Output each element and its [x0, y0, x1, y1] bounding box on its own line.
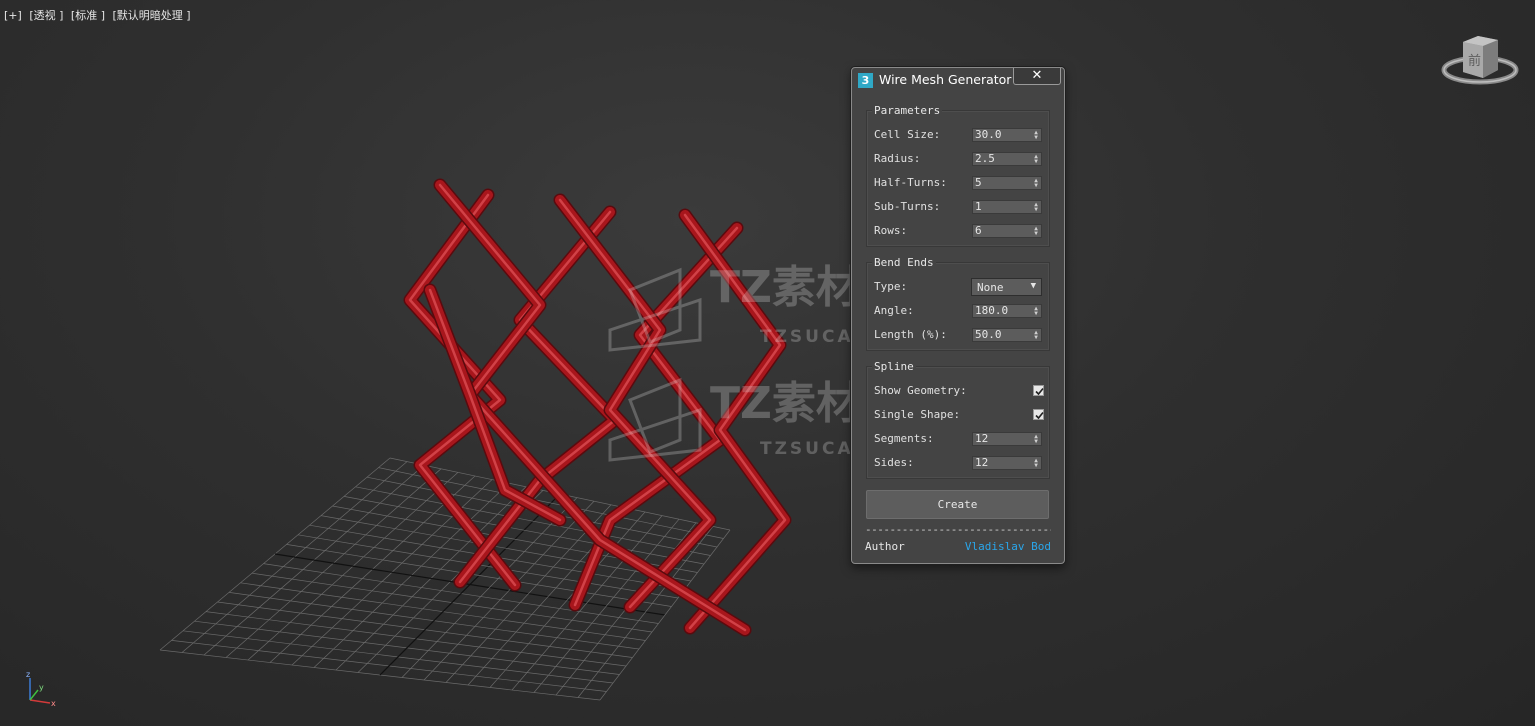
show-geometry-row: Show Geometry:	[874, 383, 1046, 399]
half-turns-spinner[interactable]: ▲▼	[972, 176, 1042, 190]
author-link[interactable]: Vladislav Bod	[965, 540, 1051, 553]
spline-group: Spline Show Geometry: Single Shape: Segm…	[866, 360, 1050, 479]
angle-input[interactable]	[975, 305, 1031, 317]
single-shape-label: Single Shape:	[874, 408, 961, 421]
checkmark-icon	[1035, 411, 1044, 420]
half-turns-label: Half-Turns:	[874, 176, 947, 189]
spinner-arrows-icon[interactable]: ▲ ▼	[1033, 130, 1039, 141]
dialog-titlebar[interactable]: 3 Wire Mesh Generator ✕	[852, 68, 1064, 92]
type-label: Type:	[874, 280, 908, 293]
spline-group-title: Spline	[872, 360, 916, 373]
radius-spinner[interactable]: ▲▼	[972, 152, 1042, 166]
sides-label: Sides:	[874, 456, 914, 469]
viewport-menu-standard[interactable]: [标准 ]	[71, 9, 105, 22]
half-turns-row: Half-Turns: ▲▼	[874, 175, 1046, 191]
sub-turns-row: Sub-Turns: ▲▼	[874, 199, 1046, 215]
cell-size-spinner[interactable]: ▲▼	[972, 128, 1042, 142]
spinner-arrows-icon[interactable]: ▲ ▼	[1033, 306, 1039, 317]
dialog-title: Wire Mesh Generator	[879, 72, 1012, 87]
rows-label: Rows:	[874, 224, 908, 237]
length-row: Length (%): ▲▼	[874, 327, 1046, 343]
viewcube-icon[interactable]: 前	[1440, 32, 1520, 94]
viewport-label-bar: [+] [透视 ] [标准 ] [默认明暗处理 ]	[4, 7, 195, 23]
cell-size-row: Cell Size: ▲▼	[874, 127, 1046, 143]
spinner-arrows-icon[interactable]: ▲ ▼	[1033, 330, 1039, 341]
cell-size-label: Cell Size:	[874, 128, 941, 141]
viewport-menu-view[interactable]: [透视 ]	[29, 9, 63, 22]
angle-row: Angle: ▲▼	[874, 303, 1046, 319]
length-label: Length (%):	[874, 328, 947, 341]
rows-row: Rows: ▲▼	[874, 223, 1046, 239]
axis-x-label: x	[51, 699, 56, 708]
bend-ends-group-title: Bend Ends	[872, 256, 936, 269]
type-dropdown[interactable]: None ▼	[971, 278, 1042, 296]
spinner-arrows-icon[interactable]: ▲ ▼	[1033, 226, 1039, 237]
single-shape-checkbox[interactable]	[1033, 409, 1044, 420]
viewport-menu-plus[interactable]: [+]	[4, 9, 22, 22]
axis-z-label: z	[26, 670, 30, 679]
viewport-scene	[159, 178, 792, 701]
single-shape-row: Single Shape:	[874, 407, 1046, 423]
length-spinner[interactable]: ▲▼	[972, 328, 1042, 342]
parameters-group-title: Parameters	[872, 104, 943, 117]
spinner-arrows-icon[interactable]: ▲ ▼	[1033, 154, 1039, 165]
perspective-viewport[interactable]: [+] [透视 ] [标准 ] [默认明暗处理 ] 前 z y x TZ素材网 …	[0, 0, 1535, 726]
axis-y-label: y	[39, 683, 44, 692]
show-geometry-checkbox[interactable]	[1033, 385, 1044, 396]
segments-row: Segments: ▲▼	[874, 431, 1046, 447]
chevron-down-icon: ▼	[1030, 281, 1036, 291]
wire-mesh-generator-dialog[interactable]: 3 Wire Mesh Generator ✕ Parameters Cell …	[851, 67, 1065, 564]
show-geometry-label: Show Geometry:	[874, 384, 967, 397]
create-button[interactable]: Create	[866, 490, 1049, 519]
viewcube-face-label: 前	[1468, 53, 1481, 69]
3dsmax-app-icon: 3	[858, 73, 873, 88]
sub-turns-input[interactable]	[975, 201, 1031, 213]
author-label: Author	[865, 540, 905, 553]
sides-row: Sides: ▲▼	[874, 455, 1046, 471]
dialog-content: Parameters Cell Size: ▲▼ Radius: ▲▼ Half…	[857, 94, 1059, 559]
radius-label: Radius:	[874, 152, 921, 165]
spinner-arrows-icon[interactable]: ▲ ▼	[1033, 178, 1039, 189]
segments-input[interactable]	[975, 433, 1031, 445]
angle-spinner[interactable]: ▲▼	[972, 304, 1042, 318]
bend-ends-group: Bend Ends Type: None ▼ Angle: ▲▼ Length …	[866, 256, 1050, 351]
rows-input[interactable]	[975, 225, 1031, 237]
cell-size-input[interactable]	[975, 129, 1031, 141]
type-dropdown-value: None	[977, 281, 1004, 294]
close-button[interactable]: ✕	[1013, 68, 1061, 85]
angle-label: Angle:	[874, 304, 914, 317]
sides-input[interactable]	[975, 457, 1031, 469]
wire-mesh-object[interactable]	[403, 178, 792, 637]
spinner-arrows-icon[interactable]: ▲ ▼	[1033, 202, 1039, 213]
radius-input[interactable]	[975, 153, 1031, 165]
rows-spinner[interactable]: ▲▼	[972, 224, 1042, 238]
spinner-arrows-icon[interactable]: ▲ ▼	[1033, 434, 1039, 445]
radius-row: Radius: ▲▼	[874, 151, 1046, 167]
sub-turns-spinner[interactable]: ▲▼	[972, 200, 1042, 214]
half-turns-input[interactable]	[975, 177, 1031, 189]
length-input[interactable]	[975, 329, 1031, 341]
wire-strand-3-highlight	[573, 226, 739, 607]
separator-line: ---------------------------------	[865, 523, 1051, 533]
segments-label: Segments:	[874, 432, 934, 445]
sub-turns-label: Sub-Turns:	[874, 200, 941, 213]
spinner-arrows-icon[interactable]: ▲ ▼	[1033, 458, 1039, 469]
type-row: Type: None ▼	[874, 278, 1046, 296]
checkmark-icon	[1035, 387, 1044, 396]
viewport-menu-shading[interactable]: [默认明暗处理 ]	[113, 9, 191, 22]
parameters-group: Parameters Cell Size: ▲▼ Radius: ▲▼ Half…	[866, 104, 1050, 247]
segments-spinner[interactable]: ▲▼	[972, 432, 1042, 446]
sides-spinner[interactable]: ▲▼	[972, 456, 1042, 470]
axis-tripod-icon: z y x	[26, 670, 56, 708]
